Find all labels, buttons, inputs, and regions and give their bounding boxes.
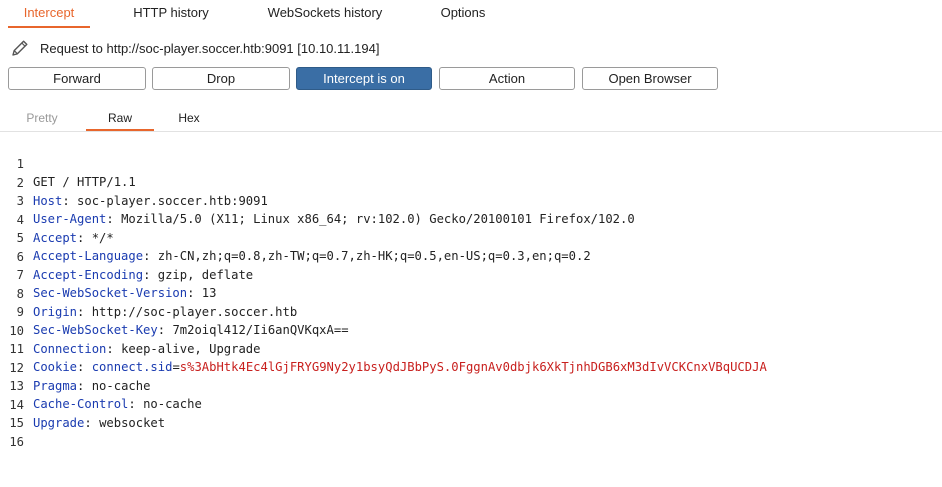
editor-line: 12 Pragma: no-cache	[0, 341, 150, 393]
header-name: Accept	[33, 230, 78, 245]
tab-http-history[interactable]: HTTP history	[118, 0, 224, 28]
editor-line: 14 Upgrade: websocket	[0, 378, 165, 430]
forward-button[interactable]: Forward	[8, 67, 146, 90]
header-value: no-cache	[91, 378, 151, 393]
header-separator: :	[157, 323, 173, 337]
cookie-name: connect.sid	[91, 360, 173, 374]
header-value: keep-alive, Upgrade	[121, 341, 261, 356]
header-name: Cache-Control	[33, 397, 129, 411]
header-line: Connection: keep-alive, Upgrade	[33, 340, 260, 358]
tab-websockets-history[interactable]: WebSockets history	[250, 0, 400, 28]
header-separator: :	[143, 267, 158, 282]
header-line: Sec-WebSocket-Key: 7m2oiql412/Ii6anQVKqx…	[33, 321, 349, 339]
editor-line: 5 Accept-Language: zh-CN,zh;q=0.8,zh-TW;…	[0, 211, 591, 263]
editor-line: 4 Accept: */*	[0, 193, 114, 245]
header-value: */*	[91, 230, 114, 245]
header-name: Sec-WebSocket-Version	[33, 286, 188, 300]
tab-options[interactable]: Options	[424, 0, 502, 28]
header-separator: :	[77, 230, 92, 245]
header-name: User-Agent	[33, 212, 107, 226]
header-separator: :	[187, 286, 202, 300]
header-name: Host	[33, 193, 63, 208]
tab-raw[interactable]: Raw	[86, 107, 154, 131]
request-line-text: GET / HTTP/1.1	[33, 173, 136, 191]
top-tab-bar: Intercept HTTP history WebSockets histor…	[0, 0, 942, 28]
header-separator: :	[84, 415, 100, 430]
header-separator: :	[77, 360, 92, 374]
header-name: Upgrade	[33, 415, 85, 430]
request-editor[interactable]: 1 GET / HTTP/1.1 2 Host: soc-player.socc…	[0, 137, 942, 449]
header-line: Origin: http://soc-player.soccer.htb	[33, 303, 297, 321]
cookie-line: Cookie: connect.sid=s%3AbHtk4Ec4lGjFRYG9…	[33, 358, 767, 376]
tab-hex[interactable]: Hex	[164, 107, 214, 131]
pencil-icon[interactable]	[10, 38, 30, 58]
open-browser-button[interactable]: Open Browser	[582, 67, 718, 90]
header-name: Accept-Encoding	[33, 267, 144, 282]
editor-line: 1 GET / HTTP/1.1	[0, 137, 136, 189]
header-value: websocket	[99, 415, 166, 430]
request-info-bar: Request to http://soc-player.soccer.htb:…	[10, 38, 379, 58]
editor-line: 2 Host: soc-player.soccer.htb:9091	[0, 156, 268, 208]
header-value: 7m2oiql412/Ii6anQVKqxA==	[172, 323, 349, 337]
cookie-equals: =	[172, 360, 180, 374]
editor-line: 9 Sec-WebSocket-Key: 7m2oiql412/Ii6anQVK…	[0, 285, 349, 337]
header-value: zh-CN,zh;q=0.8,zh-TW;q=0.7,zh-HK;q=0.5,e…	[157, 249, 591, 263]
request-line-value: GET / HTTP/1.1	[33, 175, 136, 189]
header-value: Mozilla/5.0 (X11; Linux x86_64; rv:102.0…	[121, 212, 635, 226]
header-name: Origin	[33, 304, 78, 319]
editor-line: 11 Cookie: connect.sid=s%3AbHtk4Ec4lGjFR…	[0, 322, 766, 374]
editor-line: 7 Sec-WebSocket-Version: 13	[0, 248, 217, 300]
header-separator: :	[106, 341, 122, 356]
header-name: Sec-WebSocket-Key	[33, 323, 158, 337]
header-line: Upgrade: websocket	[33, 414, 165, 432]
header-value: gzip, deflate	[157, 267, 254, 282]
editor-line: 6 Accept-Encoding: gzip, deflate	[0, 230, 253, 282]
editor-line: 10 Connection: keep-alive, Upgrade	[0, 304, 260, 356]
header-line: Accept: */*	[33, 229, 114, 247]
header-name: Cookie	[33, 360, 78, 374]
header-line: Cache-Control: no-cache	[33, 395, 202, 413]
editor-line: 15	[0, 396, 29, 430]
header-line: Host: soc-player.soccer.htb:9091	[33, 192, 268, 210]
header-separator: :	[77, 304, 92, 319]
header-line: Accept-Encoding: gzip, deflate	[33, 266, 253, 284]
tab-pretty[interactable]: Pretty	[14, 107, 70, 131]
header-name: Accept-Language	[33, 249, 144, 263]
divider	[0, 131, 942, 132]
action-button[interactable]: Action	[439, 67, 575, 90]
header-line: Sec-WebSocket-Version: 13	[33, 284, 216, 302]
line-number: 16	[9, 434, 24, 449]
cookie-value: s%3AbHtk4Ec4lGjFRYG9Ny2y1bsyQdJBbPyS.0Fg…	[179, 360, 767, 374]
header-value: 13	[201, 286, 217, 300]
header-value: http://soc-player.soccer.htb	[91, 304, 298, 319]
drop-button[interactable]: Drop	[152, 67, 290, 90]
header-name: Connection	[33, 341, 107, 356]
header-separator: :	[128, 397, 144, 411]
editor-line: 13 Cache-Control: no-cache	[0, 359, 201, 411]
header-name: Pragma	[33, 378, 78, 393]
editor-line: 3 User-Agent: Mozilla/5.0 (X11; Linux x8…	[0, 174, 635, 226]
header-separator: :	[106, 212, 122, 226]
header-separator: :	[143, 249, 158, 263]
editor-line: 8 Origin: http://soc-player.soccer.htb	[0, 267, 298, 319]
header-value: soc-player.soccer.htb:9091	[77, 193, 268, 208]
header-value: no-cache	[143, 397, 202, 411]
header-separator: :	[77, 378, 92, 393]
header-line: Pragma: no-cache	[33, 377, 150, 395]
tab-intercept[interactable]: Intercept	[8, 0, 90, 28]
editor-line: 16	[0, 415, 29, 449]
request-target-label: Request to http://soc-player.soccer.htb:…	[40, 40, 380, 56]
header-line: Accept-Language: zh-CN,zh;q=0.8,zh-TW;q=…	[33, 247, 591, 265]
message-view-tabs: Pretty Raw Hex	[0, 107, 942, 131]
intercept-toggle-button[interactable]: Intercept is on	[296, 67, 432, 90]
header-line: User-Agent: Mozilla/5.0 (X11; Linux x86_…	[33, 210, 635, 228]
header-separator: :	[62, 193, 78, 208]
